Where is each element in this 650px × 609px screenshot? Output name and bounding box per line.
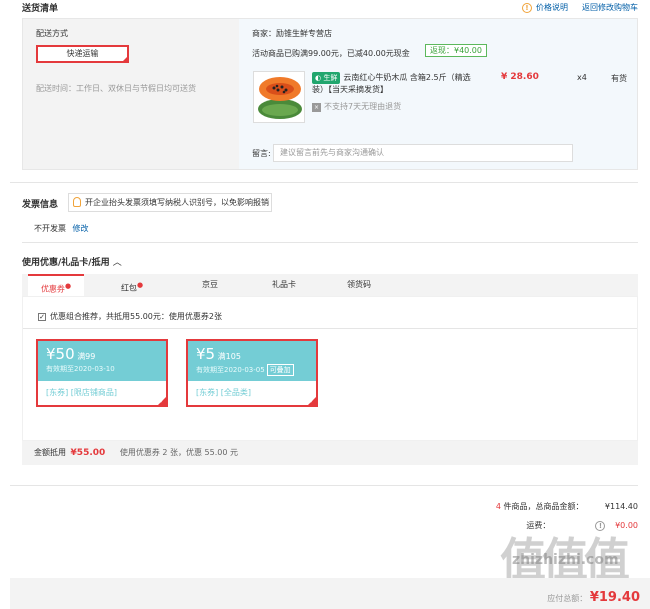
return-policy: × 不支持7天无理由退货 xyxy=(312,101,401,112)
coupon-panel: ✓ 优惠组合推荐，共抵用55.00元：使用优惠券2张 ¥50 满99 有效期至20… xyxy=(22,296,638,441)
goods-total-row: 4 件商品，总商品金额： ¥114.40 xyxy=(496,501,638,512)
return-policy-label: 不支持7天无理由退货 xyxy=(324,102,402,111)
coupon-section-toggle[interactable]: 使用优惠/礼品卡/抵用 ︿ xyxy=(22,255,122,268)
watermark-site: zhizhizhi.com xyxy=(512,552,619,568)
coupon-condition: 满105 xyxy=(217,352,241,361)
price-info-link-wrap[interactable]: ! 价格说明 xyxy=(522,2,568,13)
coupon-tags: [东券] [限店铺商品] xyxy=(46,388,118,397)
info-icon: ! xyxy=(522,3,532,13)
coupon-recommend-row[interactable]: ✓ 优惠组合推荐，共抵用55.00元：使用优惠券2张 xyxy=(38,311,222,322)
price-info-link[interactable]: 价格说明 xyxy=(536,3,568,12)
coupon-amount: ¥50 xyxy=(46,345,75,363)
payable-bar: 应付总额： ¥19.40 xyxy=(10,578,650,609)
product-image[interactable] xyxy=(253,71,305,123)
selected-corner-icon xyxy=(121,55,129,63)
payable-label: 应付总额： xyxy=(547,594,588,603)
coupon-card[interactable]: ¥50 满99 有效期至2020-03-10 [东券] [限店铺商品] ✓ xyxy=(36,339,168,407)
divider xyxy=(23,328,637,329)
invoice-tip: 开企业抬头发票须填写纳税人识别号，以免影响报销 xyxy=(68,193,272,212)
invoice-value-row: 不开发票 修改 xyxy=(34,223,89,234)
coupon-tabs: 优惠券● 红包● 京豆 礼品卡 领货码 xyxy=(22,274,638,296)
tab-gift-card[interactable]: 礼品卡 xyxy=(260,274,308,296)
coupon-face: ¥5 满105 有效期至2020-03-05 可叠加 xyxy=(188,341,316,381)
invoice-title: 发票信息 xyxy=(22,200,59,210)
store-name: 商家：励锥生鲜专营店 xyxy=(252,29,332,38)
payable-amount: ¥19.40 xyxy=(589,590,640,605)
tab-jd-beans[interactable]: 京豆 xyxy=(186,274,234,296)
invoice-tip-text: 开企业抬头发票须填写纳税人识别号，以免影响报销 xyxy=(85,198,269,207)
tab-coupons-label: 优惠券 xyxy=(40,284,65,294)
remark-label: 留言: xyxy=(252,149,271,158)
page-section-title: 送货清单 xyxy=(22,4,59,14)
papaya-image xyxy=(254,72,304,122)
coupon-validity-row: 有效期至2020-03-05 可叠加 xyxy=(196,364,308,376)
divider xyxy=(22,242,638,243)
divider xyxy=(10,485,638,486)
coupon-validity: 有效期至2020-03-10 xyxy=(46,365,115,373)
coupon-tags: [东券] [全品类] xyxy=(196,388,252,397)
coupon-condition: 满99 xyxy=(77,352,96,361)
invoice-edit-link[interactable]: 修改 xyxy=(73,224,89,233)
coupon-summary-bar: 金额抵用 ¥55.00 使用优惠券 2 张，优惠 55.00 元 xyxy=(22,441,638,465)
divider xyxy=(10,182,638,183)
coupon-section-title: 使用优惠/礼品卡/抵用 xyxy=(22,258,110,268)
chevron-up-icon: ︿ xyxy=(112,258,122,268)
stackable-badge: 可叠加 xyxy=(266,364,294,376)
check-icon: ✓ xyxy=(159,397,165,405)
product-title-link[interactable]: ◐ 生鲜 云南红心牛奶木瓜 含箱2.5斤（精选装）【当天采摘发货】 xyxy=(312,72,472,96)
tab-pickup-code[interactable]: 领货码 xyxy=(335,274,383,296)
fresh-badge: ◐ 生鲜 xyxy=(312,72,341,84)
tab-coupons-dot: ● xyxy=(64,282,72,290)
delivery-method-panel: 配送方式 快递运输 配送时间：工作日、双休日与节假日均可送货 xyxy=(23,19,238,169)
header-links: ! 价格说明 返回修改购物车 xyxy=(522,2,638,13)
recommend-text: 优惠组合推荐，共抵用55.00元：使用优惠券2张 xyxy=(50,312,222,321)
express-shipping-label: 快递运输 xyxy=(66,49,99,58)
coupon-card[interactable]: ¥5 满105 有效期至2020-03-05 可叠加 [东券] [全品类] ✓ xyxy=(186,339,318,407)
coupon-amount: ¥5 xyxy=(196,345,216,363)
remark-input[interactable]: 建议留言前先与商家沟通确认 xyxy=(273,144,573,162)
tab-red-packets-label: 红包 xyxy=(120,283,137,293)
express-shipping-button[interactable]: 快递运输 xyxy=(36,45,129,63)
check-icon: ✓ xyxy=(309,397,315,405)
store-order-panel: 商家：励锥生鲜专营店 活动商品已购满99.00元，已减40.00元现金 返现：¥… xyxy=(239,19,637,169)
promo-text: 活动商品已购满99.00元，已减40.00元现金 xyxy=(252,49,410,58)
return-cart-link[interactable]: 返回修改购物车 xyxy=(582,2,638,13)
fresh-badge-label: 生鲜 xyxy=(323,74,338,82)
goods-amount: ¥114.40 xyxy=(604,502,638,511)
delivery-method-label: 配送方式 xyxy=(36,29,68,38)
product-price: ¥ 28.60 xyxy=(501,72,539,82)
coupon-face: ¥50 满99 有效期至2020-03-10 xyxy=(38,341,166,381)
delivery-time-label: 配送时间：工作日、双休日与节假日均可送货 xyxy=(36,84,196,93)
summary-detail: 使用优惠券 2 张，优惠 55.00 元 xyxy=(119,448,238,457)
stock-status: 有货 xyxy=(611,74,627,83)
summary-label: 金额抵用 xyxy=(34,448,66,457)
item-count-label: 件商品，总商品金额： xyxy=(503,502,584,511)
coupon-validity: 有效期至2020-03-05 xyxy=(196,366,265,374)
recommend-checkbox[interactable]: ✓ xyxy=(38,313,46,321)
cashback-tag: 返现：¥40.00 xyxy=(425,44,487,57)
tab-red-packets-dot: ● xyxy=(136,281,144,289)
summary-amount: ¥55.00 xyxy=(70,448,106,458)
item-count: 4 xyxy=(495,502,501,511)
product-quantity: x4 xyxy=(577,73,587,82)
delivery-panel: 配送方式 快递运输 配送时间：工作日、双休日与节假日均可送货 商家：励锥生鲜专营… xyxy=(22,18,638,170)
tab-red-packets[interactable]: 红包● xyxy=(108,274,156,296)
tab-coupons[interactable]: 优惠券● xyxy=(28,274,84,296)
no-return-icon: × xyxy=(312,103,321,112)
invoice-value: 不开发票 xyxy=(34,224,66,233)
lightbulb-icon xyxy=(73,197,81,207)
